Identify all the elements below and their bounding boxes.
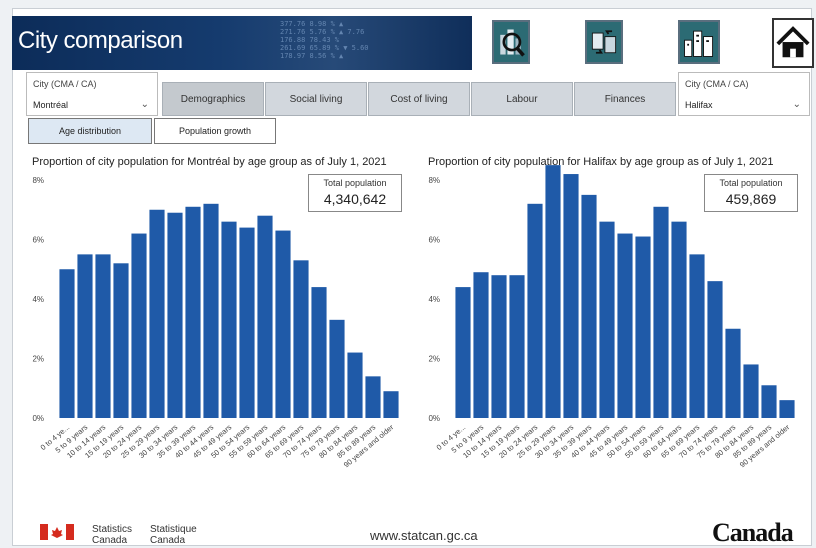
home-button[interactable] [772, 18, 814, 68]
total-population-value: 459,869 [725, 191, 777, 207]
chart-bar [653, 206, 669, 418]
chart-bar [347, 352, 363, 418]
chart-bar [545, 165, 561, 418]
chart-bar [59, 269, 75, 418]
tab-finances[interactable]: Finances [574, 82, 676, 116]
city-skyline-icon [684, 30, 714, 57]
right-city-value: Halifax [685, 100, 713, 110]
y-tick-label: 2% [428, 355, 440, 364]
chart-bar [671, 221, 687, 418]
chart-bar [185, 206, 201, 418]
chart-bar [311, 287, 327, 418]
chart-title: Proportion of city population for Montré… [32, 156, 387, 168]
chart-bar [275, 230, 291, 418]
total-population-label: Total population [719, 178, 783, 188]
y-tick-label: 2% [32, 355, 44, 364]
city-skyline-button[interactable] [678, 20, 720, 64]
montreal-age-chart: Proportion of city population for Montré… [22, 150, 410, 480]
chart-bar [761, 385, 777, 418]
banner-ticker: 377.76 8.98 % ▲ 271.76 5.76 % ▲ 7.76 176… [280, 20, 369, 60]
tab-cost-of-living[interactable]: Cost of living [368, 82, 470, 116]
chart-bar [527, 203, 543, 418]
y-tick-label: 6% [32, 236, 44, 245]
chart-bar [113, 263, 129, 418]
chart-bar [167, 212, 183, 418]
y-tick-label: 4% [32, 295, 44, 304]
y-tick-label: 6% [428, 236, 440, 245]
chart-bar [491, 275, 507, 418]
canada-flag-icon [40, 524, 74, 540]
chart-bar [383, 391, 399, 418]
chart-bar [257, 215, 273, 418]
subtab-age-distribution[interactable]: Age distribution [28, 118, 152, 144]
y-tick-label: 8% [428, 176, 440, 185]
total-population-card: Total population 4,340,642 [308, 174, 402, 212]
chart-bar [365, 376, 381, 418]
subtab-population-growth[interactable]: Population growth [154, 118, 276, 144]
statistique-canada-fr: Statistique Canada [150, 524, 197, 546]
city-search-button[interactable] [492, 20, 530, 64]
chart-bar [599, 221, 615, 418]
total-population-value: 4,340,642 [323, 191, 387, 207]
y-tick-label: 8% [32, 176, 44, 185]
chart-bar [455, 287, 471, 418]
right-city-dropdown[interactable]: City (CMA / CA) Halifax ⌄ [678, 72, 810, 116]
city-search-icon [500, 29, 525, 57]
left-city-label: City (CMA / CA) [33, 79, 97, 89]
chart-bar [329, 319, 345, 418]
chevron-down-icon: ⌄ [792, 99, 801, 110]
chart-bar [149, 209, 165, 418]
y-tick-label: 4% [428, 295, 440, 304]
total-population-label: Total population [323, 178, 387, 188]
page-title: City comparison [18, 27, 183, 54]
chart-bar [581, 194, 597, 418]
left-city-dropdown[interactable]: City (CMA / CA) Montréal ⌄ [26, 72, 158, 116]
chart-bar [95, 254, 111, 418]
tab-labour[interactable]: Labour [471, 82, 573, 116]
chart-bar [293, 260, 309, 418]
chart-bar [509, 275, 525, 418]
total-population-card: Total population 459,869 [704, 174, 798, 212]
right-city-label: City (CMA / CA) [685, 79, 749, 89]
chart-bar [779, 400, 795, 418]
chart-title: Proportion of city population for Halifa… [428, 156, 774, 168]
title-banner: 377.76 8.98 % ▲ 271.76 5.76 % ▲ 7.76 176… [12, 16, 472, 70]
tab-social-living[interactable]: Social living [265, 82, 367, 116]
chart-bar [743, 364, 759, 418]
chart-bar [725, 328, 741, 418]
city-compare-button[interactable] [585, 20, 623, 64]
y-tick-label: 0% [32, 414, 44, 423]
canada-wordmark: Canada [712, 518, 794, 547]
chart-bar [617, 233, 633, 418]
chart-bar [203, 203, 219, 418]
chart-bar [221, 221, 237, 418]
left-city-value: Montréal [33, 100, 69, 110]
statcan-url-link[interactable]: www.statcan.gc.ca [370, 528, 478, 543]
chart-bar [689, 254, 705, 418]
statistics-canada-en: Statistics Canada [92, 524, 133, 546]
chart-bar [131, 233, 147, 418]
y-tick-label: 0% [428, 414, 440, 423]
chart-bar [635, 236, 651, 418]
chart-bar [239, 227, 255, 418]
halifax-age-chart: Proportion of city population for Halifa… [418, 150, 806, 480]
category-tabs: Demographics Social living Cost of livin… [162, 82, 677, 116]
chart-bar [707, 281, 723, 418]
chart-bar [77, 254, 93, 418]
chevron-down-icon: ⌄ [140, 99, 149, 110]
home-icon [776, 26, 810, 58]
chart-bar [473, 272, 489, 418]
tab-demographics[interactable]: Demographics [162, 82, 264, 116]
chart-bar [563, 174, 579, 418]
city-compare-icon [591, 30, 617, 54]
